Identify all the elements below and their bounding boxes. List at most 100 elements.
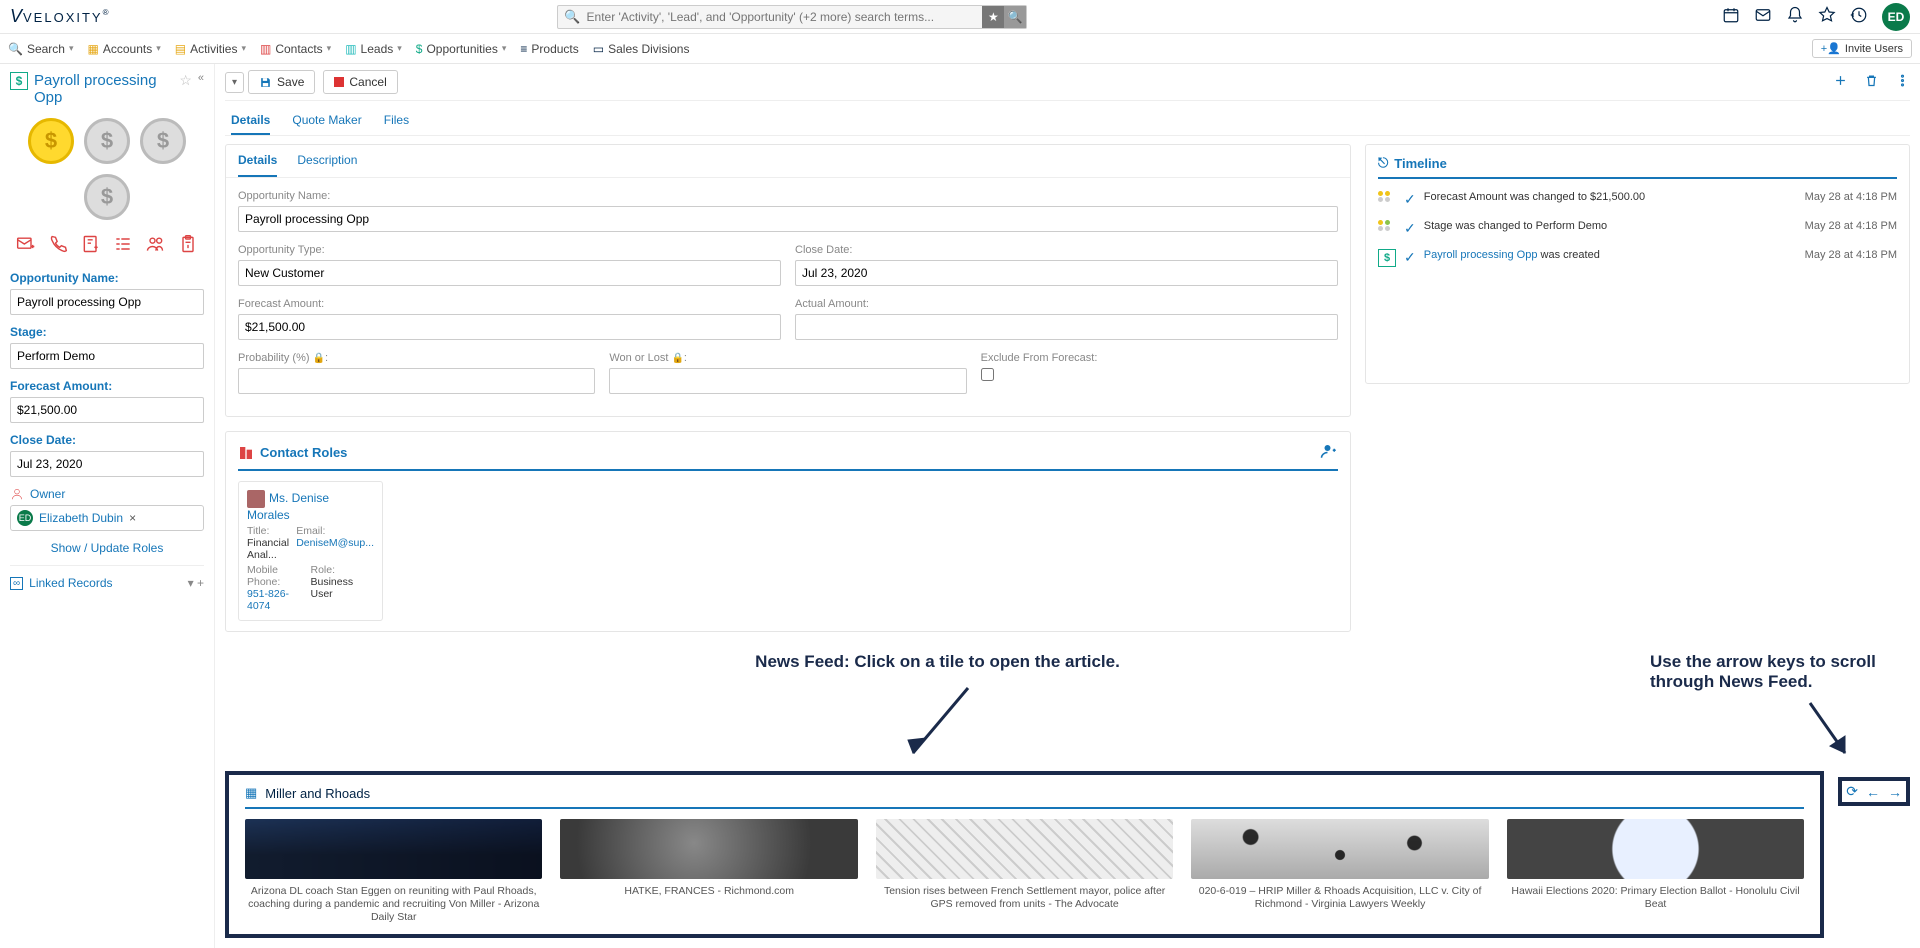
back-button[interactable]: ▾ <box>225 72 244 93</box>
coin[interactable]: $ <box>84 174 130 220</box>
close-input[interactable] <box>10 451 204 477</box>
news-icon: ▦ <box>245 785 257 801</box>
label: Close Date: <box>10 433 204 447</box>
tab-quote[interactable]: Quote Maker <box>292 107 361 135</box>
label: Actual Amount: <box>795 298 1338 310</box>
record-title: Payroll processing Opp <box>34 72 175 106</box>
form-wonlost[interactable] <box>609 368 966 394</box>
collapse-icon[interactable]: « <box>198 72 204 84</box>
annotation-main: News Feed: Click on a tile to open the a… <box>225 652 1650 672</box>
stage-coins: $ $ $ $ <box>10 118 204 220</box>
label: Forecast Amount: <box>10 379 204 393</box>
nav-contacts[interactable]: ▥Contacts▾ <box>260 42 331 56</box>
owner-label: Owner <box>30 487 65 501</box>
form-forecast[interactable] <box>238 314 781 340</box>
label: Exclude From Forecast: <box>981 352 1338 364</box>
bell-icon[interactable] <box>1786 6 1804 27</box>
timeline-icon: ⎋ <box>1378 155 1388 171</box>
label: Stage: <box>10 325 204 339</box>
opportunity-icon: $ <box>10 72 28 90</box>
news-refresh-icon[interactable]: ⟳ <box>1846 783 1858 800</box>
brand-logo: VVELOXITY® <box>10 6 210 27</box>
star-icon[interactable] <box>1818 6 1836 27</box>
tab-files[interactable]: Files <box>384 107 409 135</box>
phone-icon[interactable] <box>48 234 68 257</box>
news-nav: ⟳ ← → <box>1838 777 1910 806</box>
contact-roles-header: Contact Roles <box>260 445 347 460</box>
nav-activities[interactable]: ▤Activities▾ <box>175 42 246 56</box>
news-tile[interactable]: HATKE, FRANCES - Richmond.com <box>560 819 857 924</box>
coin-active[interactable]: $ <box>28 118 74 164</box>
form-actual[interactable] <box>795 314 1338 340</box>
contact-card[interactable]: Ms. Denise Morales Title:Financial Anal.… <box>238 481 383 621</box>
form-opptype[interactable] <box>238 260 781 286</box>
timeline-header: Timeline <box>1394 156 1447 171</box>
news-next-icon[interactable]: → <box>1888 784 1902 800</box>
nav-accounts[interactable]: ▦Accounts▾ <box>88 42 161 56</box>
form-exclude[interactable] <box>981 368 994 381</box>
news-tile[interactable]: Arizona DL coach Stan Eggen on reuniting… <box>245 819 542 924</box>
label: Opportunity Name: <box>238 190 1338 202</box>
annotation-arrow <box>1800 698 1860 768</box>
group-icon[interactable] <box>145 234 165 257</box>
clipboard-icon[interactable] <box>178 234 198 257</box>
form-oppname[interactable] <box>238 206 1338 232</box>
tab-details[interactable]: Details <box>231 107 270 135</box>
search-input[interactable] <box>587 10 983 24</box>
news-header: Miller and Rhoads <box>265 786 370 801</box>
label: Opportunity Name: <box>10 271 204 285</box>
nav-leads[interactable]: ▥Leads▾ <box>345 42 402 56</box>
news-prev-icon[interactable]: ← <box>1866 784 1880 800</box>
form-close[interactable] <box>795 260 1338 286</box>
delete-icon[interactable] <box>1864 73 1879 91</box>
invite-users-button[interactable]: +👤Invite Users <box>1812 39 1912 58</box>
label: Forecast Amount: <box>238 298 781 310</box>
subtab-details[interactable]: Details <box>238 145 277 177</box>
search-icon: 🔍 <box>558 9 586 25</box>
label: Opportunity Type: <box>238 244 781 256</box>
newsfeed-card: ▦ Miller and Rhoads Arizona DL coach Stan… <box>225 771 1824 938</box>
coin[interactable]: $ <box>84 118 130 164</box>
label: Won or Lost🔒: <box>609 352 966 364</box>
add-icon[interactable] <box>1833 73 1848 91</box>
timeline-item: Stage was changed to Perform Demo <box>1424 220 1805 237</box>
save-button[interactable]: Save <box>248 70 315 94</box>
opportunity-icon: $ <box>1378 249 1396 267</box>
label: Close Date: <box>795 244 1338 256</box>
nav-opportunities[interactable]: $Opportunities▾ <box>416 42 507 56</box>
owner-chip[interactable]: EDElizabeth Dubin× <box>10 505 204 531</box>
user-avatar[interactable]: ED <box>1882 3 1910 31</box>
search-go-button[interactable]: 🔍 <box>1004 6 1026 28</box>
search-star-button[interactable]: ★ <box>982 6 1004 28</box>
note-add-icon[interactable] <box>81 234 101 257</box>
subtab-description[interactable]: Description <box>297 145 357 177</box>
timeline-item: Payroll processing Opp was created <box>1424 249 1805 267</box>
annotation-side: Use the arrow keys to scroll through New… <box>1650 652 1910 692</box>
cancel-button[interactable]: Cancel <box>323 70 397 94</box>
mail-icon[interactable] <box>1754 6 1772 27</box>
timeline-item: Forecast Amount was changed to $21,500.0… <box>1424 191 1805 208</box>
coin[interactable]: $ <box>140 118 186 164</box>
mail-add-icon[interactable] <box>16 234 36 257</box>
forecast-input[interactable] <box>10 397 204 423</box>
linked-records-header[interactable]: ∞ Linked Records ▾ + <box>10 565 204 590</box>
annotation-arrow <box>898 678 978 768</box>
oppname-input[interactable] <box>10 289 204 315</box>
nav-search[interactable]: 🔍Search▾ <box>8 42 74 56</box>
task-icon[interactable] <box>113 234 133 257</box>
news-tile[interactable]: Hawaii Elections 2020: Primary Election … <box>1507 819 1804 924</box>
more-icon[interactable] <box>1895 73 1910 91</box>
nav-products[interactable]: ≡Products <box>520 42 578 56</box>
stage-input[interactable] <box>10 343 204 369</box>
history-icon[interactable] <box>1850 6 1868 27</box>
show-roles-link[interactable]: Show / Update Roles <box>10 541 204 555</box>
calendar-icon[interactable] <box>1722 6 1740 27</box>
global-search[interactable]: 🔍 ★ 🔍 <box>557 5 1027 29</box>
nav-salesdiv[interactable]: ▭Sales Divisions <box>593 42 690 56</box>
favorite-star[interactable]: ☆ <box>179 72 192 89</box>
add-contact-icon[interactable] <box>1320 442 1338 463</box>
label: Probability (%)🔒: <box>238 352 595 364</box>
form-prob[interactable] <box>238 368 595 394</box>
news-tile[interactable]: 020-6-019 – HRIP Miller & Rhoads Acquisi… <box>1191 819 1488 924</box>
news-tile[interactable]: Tension rises between French Settlement … <box>876 819 1173 924</box>
